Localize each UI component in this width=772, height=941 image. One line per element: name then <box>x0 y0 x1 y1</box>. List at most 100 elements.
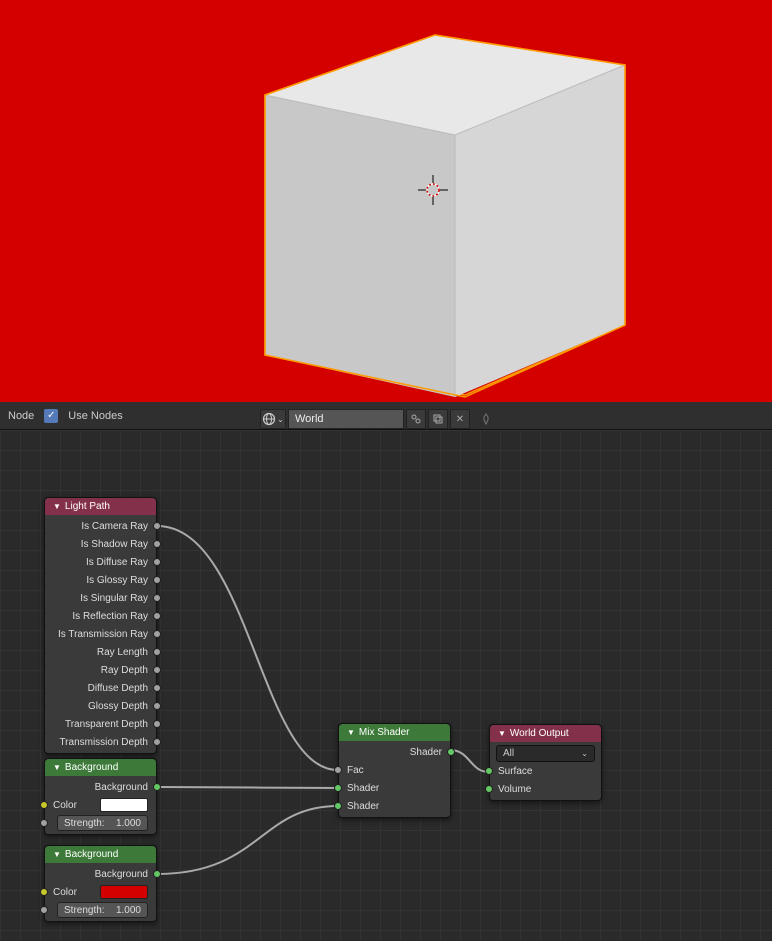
socket-out-value[interactable] <box>153 684 161 692</box>
world-name-field[interactable]: World <box>288 409 404 429</box>
output-label: Transmission Depth <box>59 737 148 748</box>
output-label: Background <box>95 869 148 880</box>
input-label: Shader <box>347 783 379 794</box>
socket-in-shader[interactable] <box>334 784 342 792</box>
input-label: Fac <box>347 765 364 776</box>
socket-out-value[interactable] <box>153 666 161 674</box>
use-nodes-label: Use Nodes <box>68 410 122 422</box>
socket-in-value[interactable] <box>40 819 48 827</box>
output-row: Transmission Depth <box>45 733 156 751</box>
node-title: Background <box>65 762 118 773</box>
input-label: Shader <box>347 801 379 812</box>
socket-out-shader[interactable] <box>447 748 455 756</box>
output-label: Is Shadow Ray <box>81 539 148 550</box>
unlink-world-button[interactable]: ✕ <box>450 409 470 429</box>
chevron-down-icon: ⌄ <box>581 749 588 758</box>
duplicate-world-button[interactable] <box>428 409 448 429</box>
node-background-2[interactable]: ▼ Background Background Color Strength: 1.… <box>44 845 157 922</box>
socket-in-value[interactable] <box>40 906 48 914</box>
socket-out-value[interactable] <box>153 630 161 638</box>
socket-out-value[interactable] <box>153 738 161 746</box>
strength-input[interactable]: Strength: 1.000 <box>57 815 148 831</box>
prop-label: Strength: <box>64 818 105 829</box>
viewport-3d[interactable] <box>0 0 772 402</box>
pin-icon[interactable] <box>476 409 496 429</box>
editor-mode-label: Node <box>8 410 34 422</box>
output-row: Ray Depth <box>45 661 156 679</box>
socket-out-shader[interactable] <box>153 783 161 791</box>
socket-out-value[interactable] <box>153 702 161 710</box>
output-row: Is Glossy Ray <box>45 571 156 589</box>
output-label: Shader <box>410 747 442 758</box>
node-title: World Output <box>510 728 569 739</box>
socket-out-value[interactable] <box>153 612 161 620</box>
output-label: Is Reflection Ray <box>72 611 148 622</box>
prop-value: 1.000 <box>116 905 141 916</box>
node-background-1[interactable]: ▼Background Background Color Strength:1.… <box>44 758 157 835</box>
input-label: Volume <box>498 784 531 795</box>
world-datablock-icon[interactable]: ⌄ <box>260 409 286 429</box>
output-row: Is Singular Ray <box>45 589 156 607</box>
node-header[interactable]: ▼ Mix Shader <box>339 724 450 741</box>
socket-out-value[interactable] <box>153 648 161 656</box>
target-select[interactable]: All ⌄ <box>496 745 595 762</box>
socket-out-value[interactable] <box>153 720 161 728</box>
output-label: Background <box>95 782 148 793</box>
collapse-icon[interactable]: ▼ <box>347 728 355 737</box>
color-swatch[interactable] <box>100 885 148 899</box>
prop-label: Strength: <box>64 905 105 916</box>
collapse-icon[interactable]: ▼ <box>53 502 61 511</box>
node-mix-shader[interactable]: ▼ Mix Shader Shader Fac Shader Shader <box>338 723 451 818</box>
output-label: Transparent Depth <box>65 719 148 730</box>
node-editor[interactable]: ▼ Light Path Is Camera Ray Is Shadow Ray Is… <box>0 430 772 941</box>
socket-in-shader[interactable] <box>334 802 342 810</box>
output-label: Ray Length <box>97 647 148 658</box>
output-row: Is Transmission Ray <box>45 625 156 643</box>
node-header[interactable]: ▼ World Output <box>490 725 601 742</box>
output-row: Diffuse Depth <box>45 679 156 697</box>
output-row: Transparent Depth <box>45 715 156 733</box>
socket-out-value[interactable] <box>153 576 161 584</box>
prop-value: 1.000 <box>116 818 141 829</box>
output-label: Is Transmission Ray <box>58 629 148 640</box>
output-label: Is Camera Ray <box>81 521 148 532</box>
new-world-button[interactable] <box>406 409 426 429</box>
collapse-icon[interactable]: ▼ <box>498 729 506 738</box>
cube-mesh[interactable] <box>255 25 635 400</box>
output-label: Ray Depth <box>101 665 148 676</box>
socket-in-color[interactable] <box>40 888 48 896</box>
output-row: Is Diffuse Ray <box>45 553 156 571</box>
node-light-path[interactable]: ▼ Light Path Is Camera Ray Is Shadow Ray Is… <box>44 497 157 754</box>
output-row: Ray Length <box>45 643 156 661</box>
output-label: Glossy Depth <box>88 701 148 712</box>
socket-in-volume[interactable] <box>485 785 493 793</box>
color-swatch[interactable] <box>100 798 148 812</box>
use-nodes-checkbox[interactable]: ✓ <box>44 409 58 423</box>
select-value: All <box>503 748 514 759</box>
socket-out-value[interactable] <box>153 594 161 602</box>
output-row: Is Shadow Ray <box>45 535 156 553</box>
socket-in-fac[interactable] <box>334 766 342 774</box>
socket-out-shader[interactable] <box>153 870 161 878</box>
input-label: Surface <box>498 766 532 777</box>
collapse-icon[interactable]: ▼ <box>53 763 61 772</box>
socket-in-color[interactable] <box>40 801 48 809</box>
collapse-icon[interactable]: ▼ <box>53 850 61 859</box>
output-row: Glossy Depth <box>45 697 156 715</box>
node-world-output[interactable]: ▼ World Output All ⌄ Surface Volume <box>489 724 602 801</box>
strength-input[interactable]: Strength: 1.000 <box>57 902 148 918</box>
socket-in-surface[interactable] <box>485 767 493 775</box>
color-label: Color <box>53 887 77 898</box>
socket-out-value[interactable] <box>153 540 161 548</box>
node-title: Light Path <box>65 501 110 512</box>
socket-out-value[interactable] <box>153 522 161 530</box>
socket-out-value[interactable] <box>153 558 161 566</box>
node-header[interactable]: ▼ Background <box>45 846 156 863</box>
output-label: Is Singular Ray <box>80 593 148 604</box>
node-header[interactable]: ▼ Background <box>45 759 156 776</box>
node-header[interactable]: ▼ Light Path <box>45 498 156 515</box>
output-row: Is Camera Ray <box>45 517 156 535</box>
node-title: Mix Shader <box>359 727 410 738</box>
node-title: Background <box>65 849 118 860</box>
output-label: Is Glossy Ray <box>86 575 148 586</box>
